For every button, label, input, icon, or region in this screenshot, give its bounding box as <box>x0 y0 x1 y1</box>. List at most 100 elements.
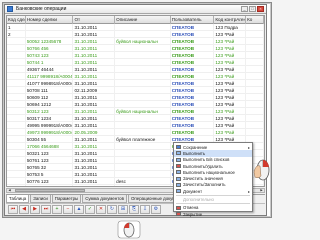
cell-description <box>115 73 171 80</box>
cell-number: 17066 4564688 <box>26 143 74 150</box>
table-row[interactable]: 49973 9999918/A00041 20.05.2009 СПЕАТОВ 123… <box>7 129 264 136</box>
context-menu-item[interactable]: Закрытие <box>174 211 252 217</box>
cell-number: 50609 112 <box>26 94 74 101</box>
maximize-button[interactable]: □ <box>249 6 256 12</box>
refresh-icon[interactable]: ↻ <box>107 204 117 214</box>
cell-code <box>7 122 26 129</box>
table-row[interactable]: 50694 1212 31.10.2011 СПЕАТОВ 123 *Рай <box>7 101 264 108</box>
table-row[interactable]: 2 31.10.2011 СПЕАТОВ 123 *Рай <box>7 31 264 38</box>
cell-date: 31.10.2011 <box>73 94 116 101</box>
column-header-user[interactable]: Пользователь <box>171 16 215 24</box>
close-icon <box>176 212 181 217</box>
first-record-icon[interactable]: ⏮ <box>8 204 18 214</box>
table-row[interactable]: 49367 46444 31.10.2011 СПЕАТОВ 123 *Рай <box>7 66 264 73</box>
delete-icon <box>176 164 181 169</box>
title-bar[interactable]: Банковские операции _ □ × <box>5 5 266 14</box>
cell-date: 31.10.2011 <box>73 122 116 129</box>
cell-extra <box>246 45 264 52</box>
cell-counterparty: 123 *Рай <box>214 108 247 115</box>
delete-record-icon[interactable]: − <box>63 204 73 214</box>
table-row[interactable]: 50744 1 31.10.2011 СПЕАТОВ 123 *Рай <box>7 59 264 66</box>
column-header-number[interactable]: Номер сделки <box>26 16 74 24</box>
next-record-icon[interactable]: ▶ <box>30 204 40 214</box>
column-header-date[interactable]: От <box>73 16 116 24</box>
column-header-counterparty[interactable]: Код контрАгента <box>214 16 247 24</box>
tab-table[interactable]: Таблица <box>6 195 30 203</box>
table-row[interactable]: 41117 9998918/A00041 31.10.2011 СПЕАТОВ 123… <box>7 73 264 80</box>
cell-number: 50776 123 <box>26 178 74 185</box>
cell-number: 50708 111 <box>26 87 74 94</box>
cell-number: 50761 123 <box>26 157 74 164</box>
close-button[interactable]: × <box>257 6 264 12</box>
cell-number: 50694 1212 <box>26 101 74 108</box>
cancel-record-icon[interactable]: ✕ <box>96 204 106 214</box>
cell-user: СПЕАТОВ <box>171 87 215 94</box>
cell-number: 50744 1 <box>26 59 74 66</box>
table-row[interactable]: 50317 1234 31.10.2011 СПЕАТОВ 123 *Рай <box>7 115 264 122</box>
context-menu-label: Выполнить/Удалить <box>183 163 223 169</box>
table-row[interactable]: 50743 123 31.10.2011 СПЕАТОВ 123 *Рай <box>7 52 264 59</box>
cell-extra <box>246 31 264 38</box>
add-record-icon[interactable]: + <box>52 204 62 214</box>
cell-description <box>115 171 171 178</box>
cell-number <box>26 31 74 38</box>
cell-description <box>115 143 171 150</box>
cell-counterparty: 123 *Рай <box>214 59 247 66</box>
scroll-right-icon[interactable]: ▶ <box>259 189 264 192</box>
cell-extra <box>246 38 264 45</box>
cell-date: 02.11.2009 <box>73 87 116 94</box>
cell-extra <box>246 59 264 66</box>
cell-code <box>7 52 26 59</box>
context-menu-label: Сохранение <box>183 144 208 150</box>
table-row[interactable]: 41077 9998918/A00041 31.10.2011 СПЕАТОВ 123… <box>7 80 264 87</box>
table-row[interactable]: 50609 112 31.10.2011 СПЕАТОВ 123 *Рай <box>7 94 264 101</box>
tab-parameters[interactable]: Параметры <box>51 195 82 203</box>
tab-document-sum[interactable]: Сумма документов <box>82 195 127 203</box>
column-header-extra[interactable]: Ко <box>246 16 264 24</box>
tab-records[interactable]: Записи <box>30 195 51 203</box>
copy-icon[interactable]: ⎘ <box>129 204 139 214</box>
cell-number: 50321 123 <box>26 150 74 157</box>
context-menu-label: Дополнительно <box>183 197 214 203</box>
export-icon[interactable]: ⇩ <box>140 204 150 214</box>
minimize-button[interactable]: _ <box>241 6 248 12</box>
post-record-icon[interactable]: ✓ <box>85 204 95 214</box>
table-row[interactable]: 50766 456 31.10.2011 СПЕАТОВ 123 *Рай <box>7 45 264 52</box>
table-row[interactable]: 50708 111 02.11.2009 СПЕАТОВ 123 *Рай <box>7 87 264 94</box>
grid-icon[interactable]: ⊞ <box>118 204 128 214</box>
cell-date: 31.10.2011 <box>73 45 116 52</box>
cell-code <box>7 101 26 108</box>
column-header-code[interactable]: Код сделки <box>7 16 26 24</box>
cell-extra <box>246 24 264 31</box>
cell-date: 20.05.2009 <box>73 129 116 136</box>
cell-user: СПЕАТОВ <box>171 73 215 80</box>
cell-extra <box>246 101 264 108</box>
settings-icon[interactable]: ⚙ <box>151 204 161 214</box>
cell-date: 31.10.2011 <box>73 31 116 38</box>
run-list-icon <box>176 157 181 162</box>
edit-record-icon[interactable]: ▲ <box>74 204 84 214</box>
table-row[interactable]: 1 31.10.2011 СПЕАТОВ 123 Подра <box>7 24 264 31</box>
prev-record-icon[interactable]: ◀ <box>19 204 29 214</box>
cell-description <box>115 66 171 73</box>
cell-extra <box>246 80 264 87</box>
cell-counterparty: 123 *Рай <box>214 129 247 136</box>
cell-description <box>115 52 171 59</box>
scroll-thumb[interactable] <box>15 189 85 192</box>
table-row[interactable]: 50052 12345678 31.10.2011 буйвол националь… <box>7 38 264 45</box>
cell-counterparty: 123 Подра <box>214 24 247 31</box>
cell-code <box>7 45 26 52</box>
column-header-description[interactable]: Описание <box>115 16 171 24</box>
table-row[interactable]: 49995 9999918/A00041 31.10.2011 СПЕАТОВ 123… <box>7 122 264 129</box>
context-menu-item[interactable]: Документ ▸ <box>174 188 252 194</box>
context-menu-label: Зачистить/Заполнить <box>183 182 226 188</box>
cell-code: 2 <box>7 31 26 38</box>
right-click-mouse-icon <box>253 159 270 181</box>
cell-user: СПЕАТОВ <box>171 66 215 73</box>
last-record-icon[interactable]: ⏭ <box>41 204 51 214</box>
table-row[interactable]: 50312 123 31.10.2011 буйвол национальн СПЕА… <box>7 108 264 115</box>
cell-description <box>115 157 171 164</box>
document-icon <box>176 189 181 194</box>
scroll-left-icon[interactable]: ◀ <box>7 189 12 192</box>
cell-date: 31.10.2011 <box>73 185 116 186</box>
